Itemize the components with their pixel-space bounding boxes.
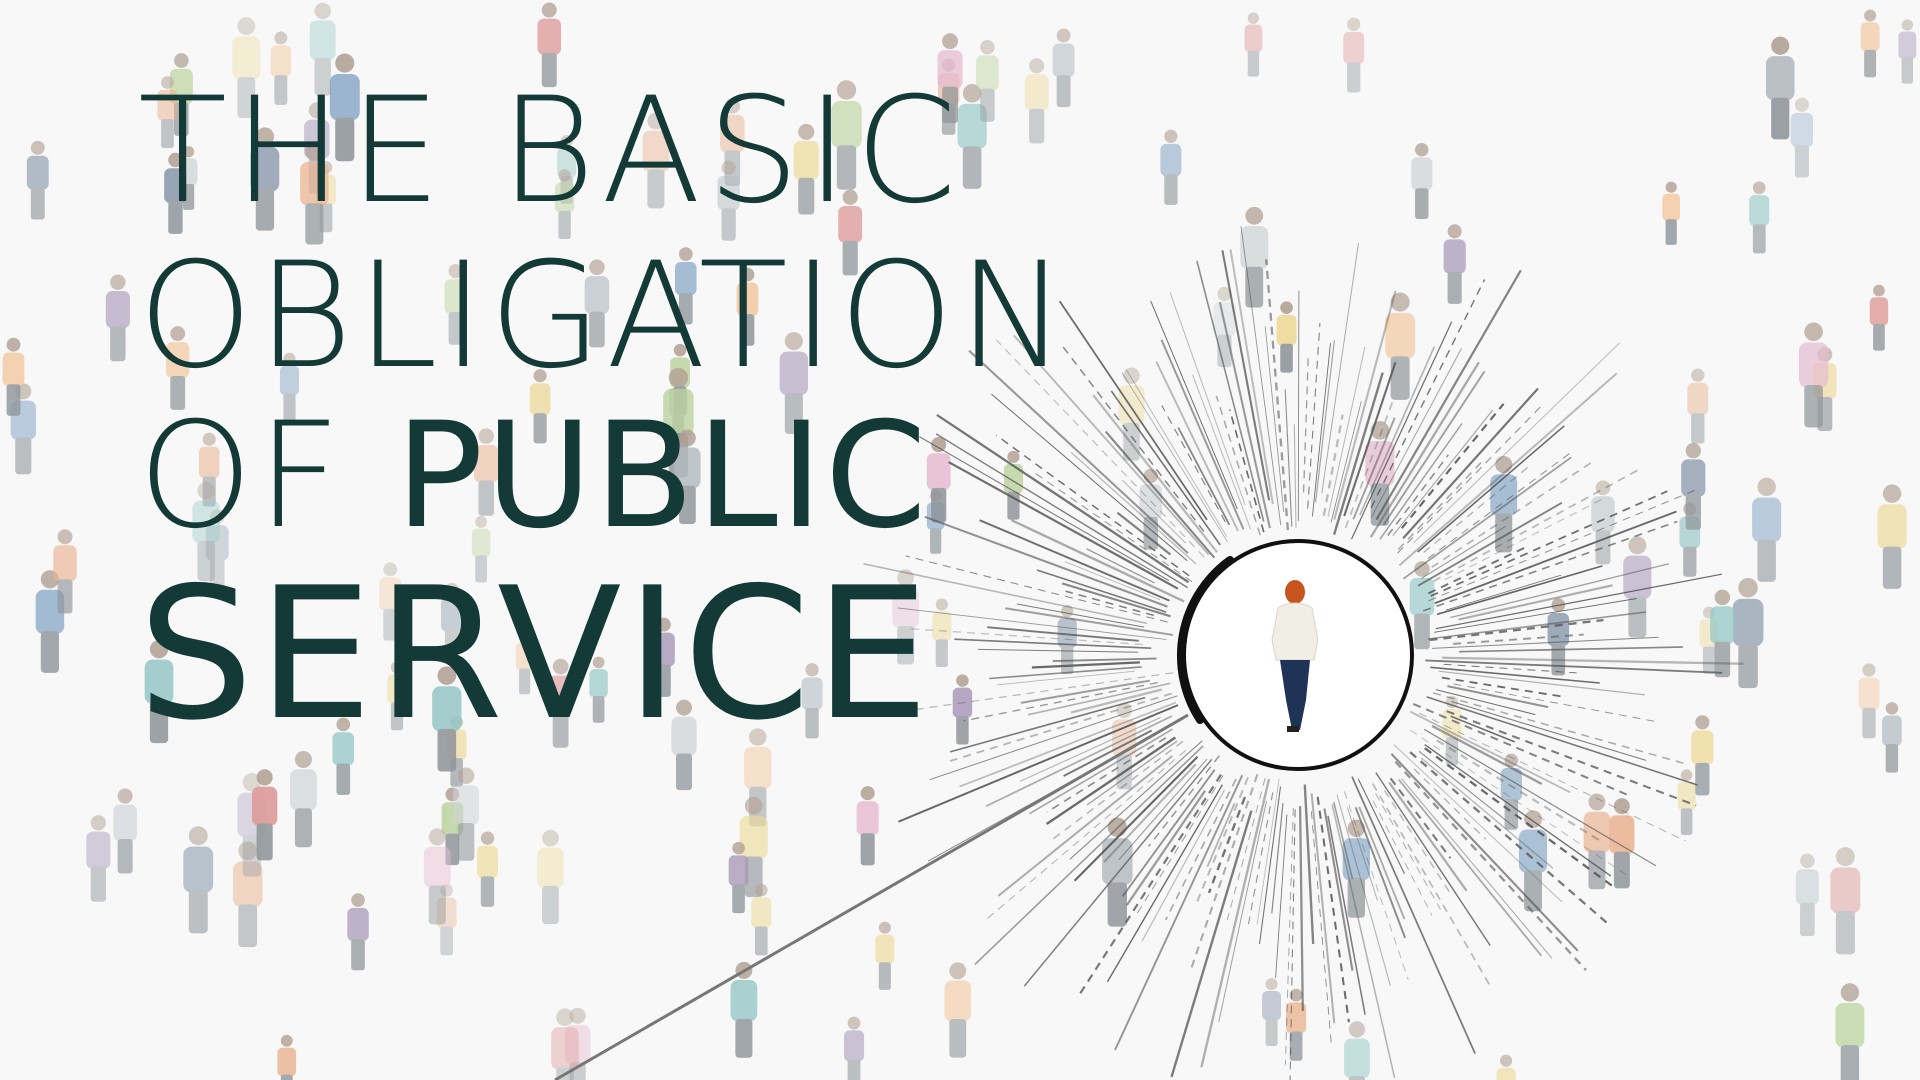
crowd-person <box>26 140 49 220</box>
sunburst-ray <box>1195 777 1249 903</box>
crowd-person <box>1790 97 1814 178</box>
sunburst-ray <box>1177 427 1231 526</box>
sunburst-ray <box>1297 290 1300 522</box>
crowd-person <box>1749 181 1770 254</box>
crowd-person <box>1835 983 1865 1080</box>
sunburst-ray <box>1293 424 1297 529</box>
crowd-person <box>1752 477 1782 582</box>
sunburst-ray <box>1298 806 1304 1011</box>
crowd-person <box>1869 284 1889 351</box>
crowd-person <box>1442 695 1462 766</box>
sunburst-ray <box>1078 774 1222 995</box>
sunburst-ray <box>1434 598 1637 633</box>
crowd-person <box>1609 798 1635 889</box>
sunburst-ray <box>1400 403 1505 529</box>
crowd-person <box>113 788 137 874</box>
crowd-person <box>1240 206 1269 308</box>
sunburst-ray <box>1160 339 1245 530</box>
crowd-person <box>277 1034 297 1080</box>
sunburst-ray <box>1424 744 1612 877</box>
headline-line-1: THE BASIC <box>138 66 963 236</box>
sunburst-ray <box>1207 796 1247 894</box>
crowd-person <box>856 786 879 866</box>
sunburst-ray <box>1441 676 1567 699</box>
headline-line-3: OF PUBLIC <box>138 403 1058 563</box>
crowd-person <box>1160 129 1182 205</box>
sunburst-ray <box>1444 496 1607 581</box>
sunburst-ray <box>1284 389 1293 527</box>
crowd-person <box>843 1016 865 1080</box>
crowd-person <box>105 274 130 362</box>
crowd-person <box>1276 301 1297 373</box>
crowd-person <box>1496 1054 1516 1080</box>
crowd-person <box>1830 847 1861 955</box>
sunburst-ray <box>1303 784 1315 944</box>
crowd-person <box>1858 663 1880 739</box>
crowd-person <box>1244 12 1263 77</box>
crowd-person <box>537 829 564 925</box>
sunburst-ray <box>1200 778 1271 1068</box>
sunburst-ray <box>1114 774 1244 1051</box>
sunburst-ray <box>1428 489 1696 602</box>
sunburst-ray <box>1429 618 1604 642</box>
sunburst-ray <box>1310 811 1332 1046</box>
headline: THE BASIC OBLIGATION OF PUBLIC SERVICE <box>138 66 1071 760</box>
crowd-person <box>1860 9 1880 78</box>
sunburst-ray <box>1311 343 1331 517</box>
crowd-person <box>1732 578 1764 689</box>
sunburst-ray <box>1302 354 1309 493</box>
crowd-person <box>1262 978 1282 1046</box>
crowd-person <box>1443 224 1466 304</box>
sunburst-ray <box>1256 778 1280 925</box>
sunburst-ray <box>1336 794 1391 986</box>
sunburst-ray <box>1431 636 1659 649</box>
sunburst-ray <box>1314 340 1336 503</box>
sunburst-ray <box>1392 409 1494 537</box>
sunburst-ray <box>1118 758 1208 861</box>
crowd-person <box>1687 368 1709 444</box>
crowd-person <box>1343 17 1365 93</box>
sunburst-ray <box>1417 425 1565 553</box>
crowd-person <box>1877 484 1907 589</box>
sunburst-ray <box>1321 243 1359 494</box>
crowd-person <box>1118 367 1145 461</box>
crowd-person <box>1102 817 1133 927</box>
crowd-person <box>1898 19 1917 84</box>
crowd-person <box>1795 853 1819 937</box>
headline-of: OF <box>138 391 396 561</box>
crowd-person <box>477 831 499 907</box>
crowd-person <box>1411 142 1433 220</box>
sunburst-ray <box>1436 565 1603 616</box>
sunburst-ray <box>1275 814 1288 978</box>
sunburst-ray <box>1413 342 1621 543</box>
crowd-person <box>183 826 214 934</box>
crowd-person <box>347 893 369 971</box>
sunburst-ray <box>1389 777 1452 859</box>
headline-line-4: SERVICE <box>138 548 934 760</box>
crowd-person <box>1344 1021 1370 1080</box>
crowd-person <box>1518 810 1548 912</box>
crowd-person <box>875 921 895 990</box>
crowd-person <box>1409 561 1435 650</box>
crowd-person <box>86 815 111 902</box>
sunburst-ray <box>1427 611 1647 640</box>
headline-line-2: OBLIGATION <box>138 231 1071 401</box>
sunburst-ray <box>986 749 1187 919</box>
crowd-person <box>1623 536 1652 638</box>
crowd-person <box>1882 702 1902 773</box>
sunburst-ray <box>1390 753 1579 952</box>
crowd-person <box>944 962 972 1058</box>
pointer-line <box>554 713 1189 1080</box>
headline-public: PUBLIC <box>395 391 929 561</box>
sunburst-ray <box>1226 777 1266 921</box>
crowd-person <box>290 750 317 848</box>
crowd-person <box>1662 181 1681 245</box>
sunburst-ray <box>1458 646 1683 653</box>
sunburst-ray <box>1070 688 1163 714</box>
crowd-person <box>1765 36 1795 140</box>
